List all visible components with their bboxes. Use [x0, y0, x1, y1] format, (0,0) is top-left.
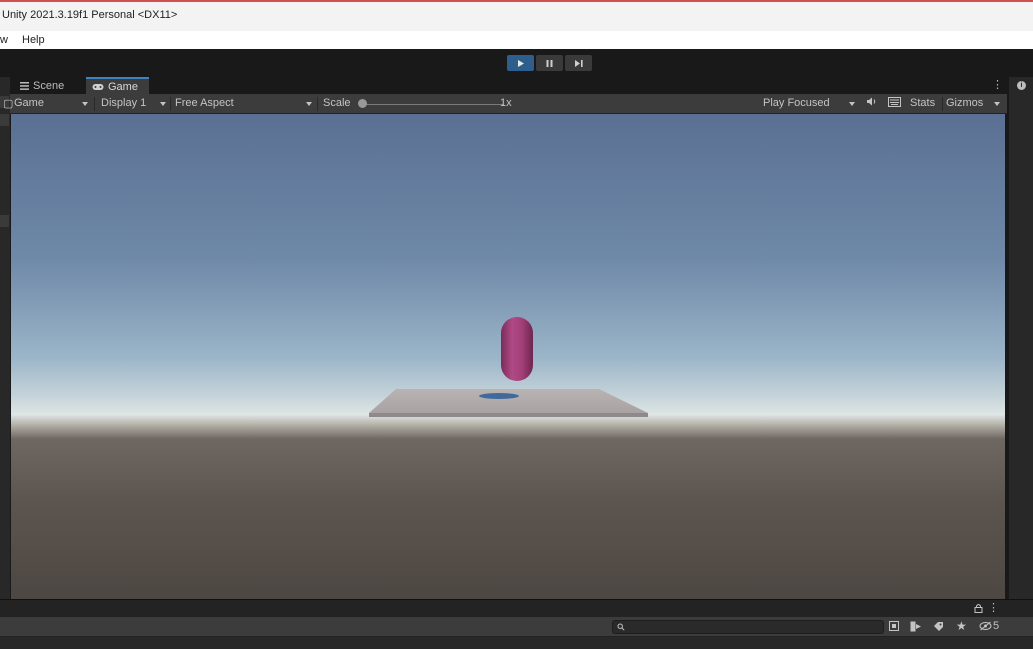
window-title-bar: Unity 2021.3.19f1 Personal <DX11>	[0, 0, 1033, 31]
aspect-dropdown[interactable]: Free Aspect	[175, 97, 234, 109]
panel-marker	[0, 114, 9, 126]
pause-icon	[546, 59, 553, 67]
chevron-down-icon[interactable]	[994, 102, 1000, 106]
menu-item-help[interactable]: Help	[22, 34, 45, 46]
step-button[interactable]	[565, 55, 592, 71]
panel-marker	[0, 215, 9, 227]
capsule[interactable]	[501, 317, 533, 381]
star-icon[interactable]: ★	[956, 620, 967, 632]
tab-game-label: Game	[108, 80, 138, 93]
toggle-icon[interactable]: ▢	[3, 97, 13, 110]
menu-item-window[interactable]: w	[0, 34, 8, 46]
tab-scene[interactable]: Scene	[14, 77, 84, 94]
audio-mute-icon[interactable]	[866, 96, 878, 110]
game-viewport[interactable]	[11, 114, 1005, 599]
divider	[170, 97, 171, 111]
chevron-down-icon	[160, 102, 166, 106]
divider	[94, 97, 95, 111]
scale-value: 1x	[500, 97, 512, 109]
lock-icon[interactable]	[974, 603, 983, 616]
window-title: Unity 2021.3.19f1 Personal <DX11>	[2, 9, 178, 21]
type-filter-icon[interactable]	[910, 621, 922, 635]
console-content	[0, 637, 1033, 649]
scale-label: Scale	[323, 97, 351, 109]
chevron-down-icon	[306, 102, 312, 106]
game-view-toolbar: ▢ Game Display 1 Free Aspect Scale 1x Pl…	[3, 94, 1007, 114]
capsule-shadow	[479, 393, 519, 399]
more-options-icon[interactable]: ⋮	[992, 79, 1003, 91]
search-input[interactable]	[612, 620, 884, 634]
scale-slider-handle[interactable]	[358, 99, 367, 108]
hamburger-icon	[20, 81, 29, 90]
chevron-down-icon	[849, 102, 855, 106]
main-toolbar	[0, 49, 1033, 77]
filter-icon[interactable]	[889, 621, 900, 635]
info-icon[interactable]: i	[1017, 81, 1026, 90]
gizmos-button[interactable]: Gizmos	[946, 97, 983, 109]
play-button[interactable]	[507, 55, 534, 71]
divider	[317, 97, 318, 111]
view-mode-dropdown[interactable]: Game	[14, 97, 44, 109]
tab-game[interactable]: Game	[86, 77, 149, 94]
console-header: ⋮	[0, 599, 1033, 617]
tab-scene-label: Scene	[33, 79, 65, 92]
step-icon	[574, 59, 583, 67]
search-icon	[617, 623, 625, 631]
hidden-objects-icon[interactable]	[979, 621, 992, 634]
chevron-down-icon	[82, 102, 88, 106]
left-panel-edge	[0, 77, 11, 599]
console-toolbar: ★ 5	[0, 617, 1033, 637]
play-icon	[518, 59, 524, 67]
pause-button[interactable]	[536, 55, 563, 71]
keyboard-icon[interactable]	[888, 97, 901, 110]
inspector-panel-edge: i	[1007, 77, 1033, 599]
ground-plane[interactable]	[369, 389, 648, 413]
stats-button[interactable]: Stats	[910, 97, 935, 109]
play-mode-dropdown[interactable]: Play Focused	[763, 97, 830, 109]
more-options-icon[interactable]: ⋮	[988, 601, 999, 614]
scale-slider-track[interactable]	[364, 104, 504, 105]
ground-plane-edge	[369, 413, 648, 417]
menu-bar: w Help	[0, 31, 1033, 49]
display-dropdown[interactable]: Display 1	[101, 97, 146, 109]
label-icon[interactable]	[933, 621, 944, 635]
gamepad-icon	[92, 83, 104, 90]
hidden-count: 5	[993, 620, 1000, 632]
game-scene	[369, 317, 648, 417]
divider	[942, 97, 943, 111]
view-tab-bar: Scene Game ⋮	[10, 77, 1007, 94]
